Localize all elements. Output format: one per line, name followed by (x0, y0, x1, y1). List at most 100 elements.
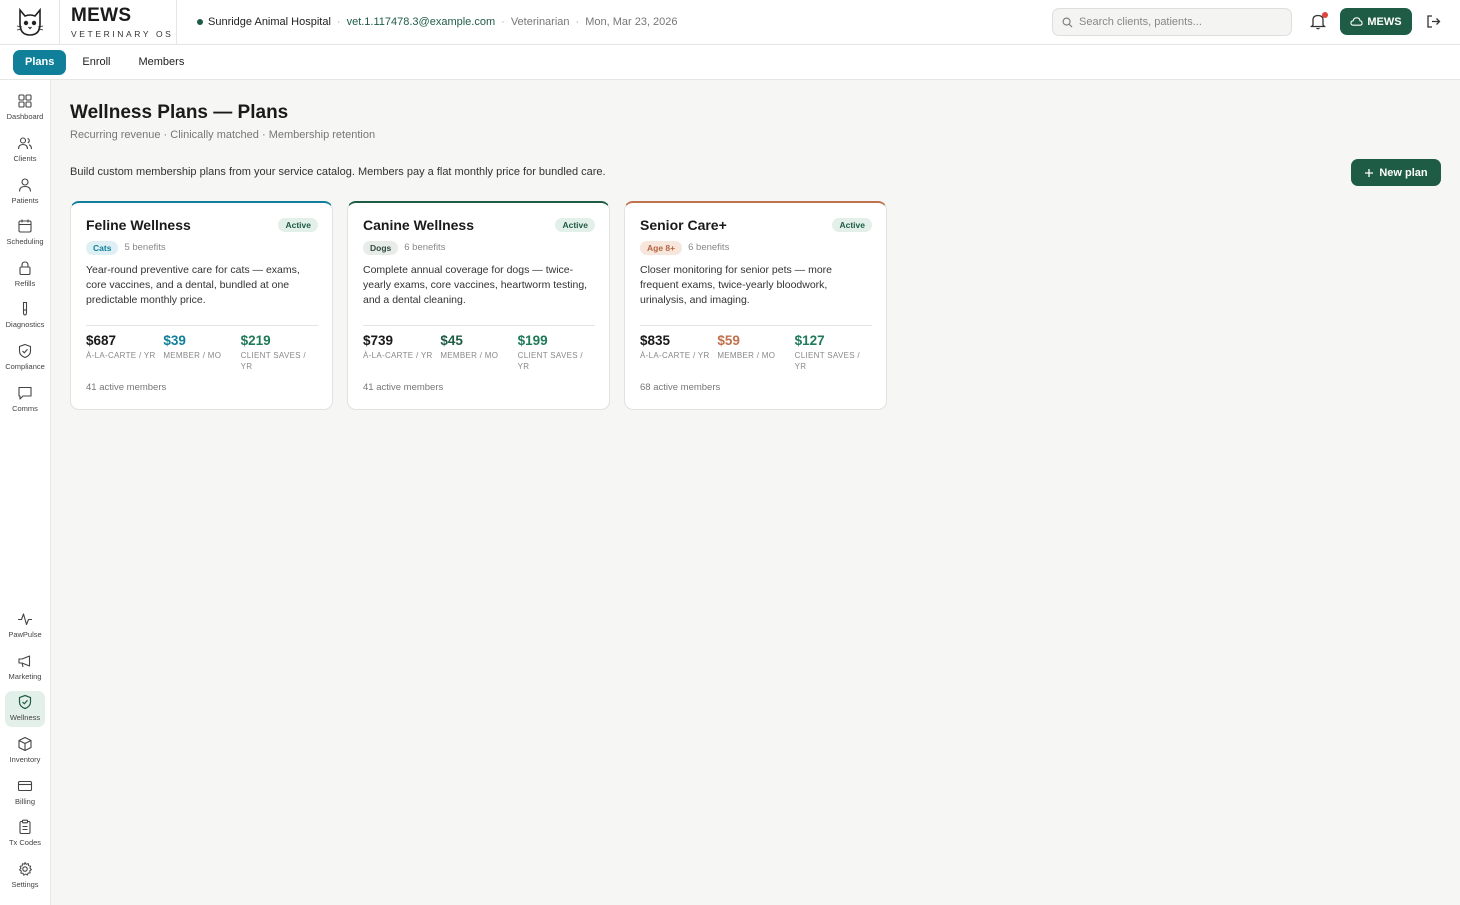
client-savings: $199 CLIENT SAVES / YR (518, 333, 595, 373)
lock-icon (19, 261, 31, 276)
box-icon (18, 736, 32, 752)
sidebar-item-compliance[interactable]: Compliance (5, 340, 45, 376)
sidebar-item-comms[interactable]: Comms (5, 382, 45, 418)
sidebar-item-label: Refills (14, 279, 36, 288)
separator: · (336, 16, 341, 28)
alacarte-label: À-LA-CARTE / YR (86, 351, 156, 360)
sidebar-item-clients[interactable]: Clients (5, 132, 45, 168)
plan-description: Closer monitoring for senior pets — more… (640, 264, 832, 306)
client-savings: $219 CLIENT SAVES / YR (241, 333, 318, 373)
sidebar-item-label: Clients (13, 154, 37, 163)
plan-description: Complete annual coverage for dogs — twic… (363, 264, 588, 306)
sidebar-item-settings[interactable]: Settings (5, 858, 45, 894)
active-members: 68 active members (640, 382, 721, 393)
benefits-count: 5 benefits (124, 242, 166, 253)
alacarte-price: $687 À-LA-CARTE / YR (86, 333, 163, 373)
mews-assistant-button[interactable]: MEWS (1340, 8, 1412, 35)
users-icon (17, 137, 33, 150)
sidebar-item-patients[interactable]: Patients (5, 174, 45, 210)
credit-card-icon (17, 780, 33, 792)
sidebar-item-label: PawPulse (8, 630, 42, 639)
search-icon (1062, 17, 1073, 27)
sidebar-item-label: Compliance (5, 362, 45, 371)
divider (640, 325, 872, 326)
savings-value: $219 (240, 333, 271, 348)
sidebar-item-label: Marketing (8, 672, 42, 681)
tab-plans[interactable]: Plans (13, 49, 67, 75)
sidebar-item-label: Dashboard (6, 112, 44, 121)
sidebar-item-label: Scheduling (6, 237, 44, 246)
tab-members[interactable]: Members (126, 50, 196, 75)
active-members: 41 active members (363, 382, 444, 393)
new-plan-label: New plan (1379, 166, 1428, 179)
alacarte-label: À-LA-CARTE / YR (363, 351, 433, 360)
plan-name: Senior Care+ (640, 217, 727, 233)
context-info: Sunridge Animal Hospital · vet.1.117478.… (197, 16, 678, 28)
savings-value: $127 (794, 333, 825, 348)
savings-value: $199 (517, 333, 548, 348)
tab-enroll[interactable]: Enroll (70, 50, 122, 75)
new-plan-button[interactable]: New plan (1351, 159, 1441, 186)
sidebar-item-dashboard[interactable]: Dashboard (5, 90, 45, 126)
page-subtitle: Recurring revenue · Clinically matched ·… (70, 129, 376, 141)
alacarte-price: $739 À-LA-CARTE / YR (363, 333, 440, 373)
divider (363, 325, 595, 326)
sidebar-item-refills[interactable]: Refills (5, 257, 45, 293)
member-price: $39 MEMBER / MO (163, 333, 240, 373)
plan-card[interactable]: Canine Wellness Active Dogs 6 benefits C… (347, 201, 610, 410)
benefits-count: 6 benefits (404, 242, 446, 253)
logout-icon[interactable] (1426, 14, 1441, 30)
sidebar-item-tx-codes[interactable]: Tx Codes (5, 816, 45, 852)
benefits-count: 6 benefits (688, 242, 730, 253)
sidebar: Dashboard Clients Patients Scheduling Re… (0, 80, 51, 905)
notifications-bell-icon[interactable] (1309, 12, 1328, 31)
chat-icon (18, 386, 32, 400)
sidebar-item-label: Comms (12, 404, 38, 413)
savings-label: CLIENT SAVES / YR (794, 351, 860, 371)
alacarte-value: $687 (86, 333, 117, 348)
member-value: $45 (440, 333, 463, 348)
shield-check-icon (18, 343, 32, 359)
cloud-icon (1350, 17, 1364, 26)
online-status-dot (197, 19, 203, 25)
main-content: Wellness Plans — Plans Recurring revenue… (51, 80, 1460, 905)
species-tag: Cats (86, 240, 119, 255)
megaphone-icon (18, 655, 31, 668)
species-tag: Dogs (363, 240, 399, 255)
current-date: Mon, Mar 23, 2026 (585, 16, 678, 28)
price-summary: $739 À-LA-CARTE / YR $45 MEMBER / MO $19… (363, 333, 595, 373)
alacarte-value: $835 (640, 333, 671, 348)
cat-logo-icon[interactable] (0, 0, 60, 44)
brand-subtitle: VETERINARY OS (71, 28, 174, 39)
sidebar-item-label: Billing (14, 797, 35, 806)
sidebar-item-marketing[interactable]: Marketing (5, 650, 45, 686)
search-box[interactable] (1052, 8, 1292, 36)
member-price: $59 MEMBER / MO (717, 333, 794, 373)
status-badge: Active (832, 218, 872, 232)
savings-label: CLIENT SAVES / YR (517, 351, 583, 371)
sidebar-item-diagnostics[interactable]: Diagnostics (5, 298, 45, 334)
flask-icon (22, 301, 28, 316)
separator: · (501, 16, 505, 28)
member-price: $45 MEMBER / MO (440, 333, 517, 373)
sidebar-item-label: Wellness (9, 713, 41, 722)
brand: MEWS VETERINARY OS (60, 0, 177, 44)
member-label: MEMBER / MO (717, 351, 776, 360)
search-input[interactable] (1079, 16, 1279, 28)
sidebar-item-label: Diagnostics (5, 320, 45, 329)
page-description: Build custom membership plans from your … (70, 166, 606, 178)
sidebar-item-wellness[interactable]: Wellness (5, 691, 45, 727)
sidebar-item-label: Inventory (9, 755, 41, 764)
sidebar-item-pawpulse[interactable]: PawPulse (5, 608, 45, 644)
sidebar-item-billing[interactable]: Billing (5, 775, 45, 811)
sidebar-item-inventory[interactable]: Inventory (5, 733, 45, 769)
sub-navigation: Plans Enroll Members (0, 45, 1460, 80)
member-label: MEMBER / MO (440, 351, 499, 360)
separator: · (575, 16, 580, 28)
plan-card[interactable]: Senior Care+ Active Age 8+ 6 benefits Cl… (624, 201, 887, 410)
status-badge: Active (555, 218, 595, 232)
plan-card[interactable]: Feline Wellness Active Cats 5 benefits Y… (70, 201, 333, 410)
sidebar-item-scheduling[interactable]: Scheduling (5, 215, 45, 251)
calendar-icon (18, 219, 32, 233)
mews-button-label: MEWS (1367, 15, 1402, 28)
